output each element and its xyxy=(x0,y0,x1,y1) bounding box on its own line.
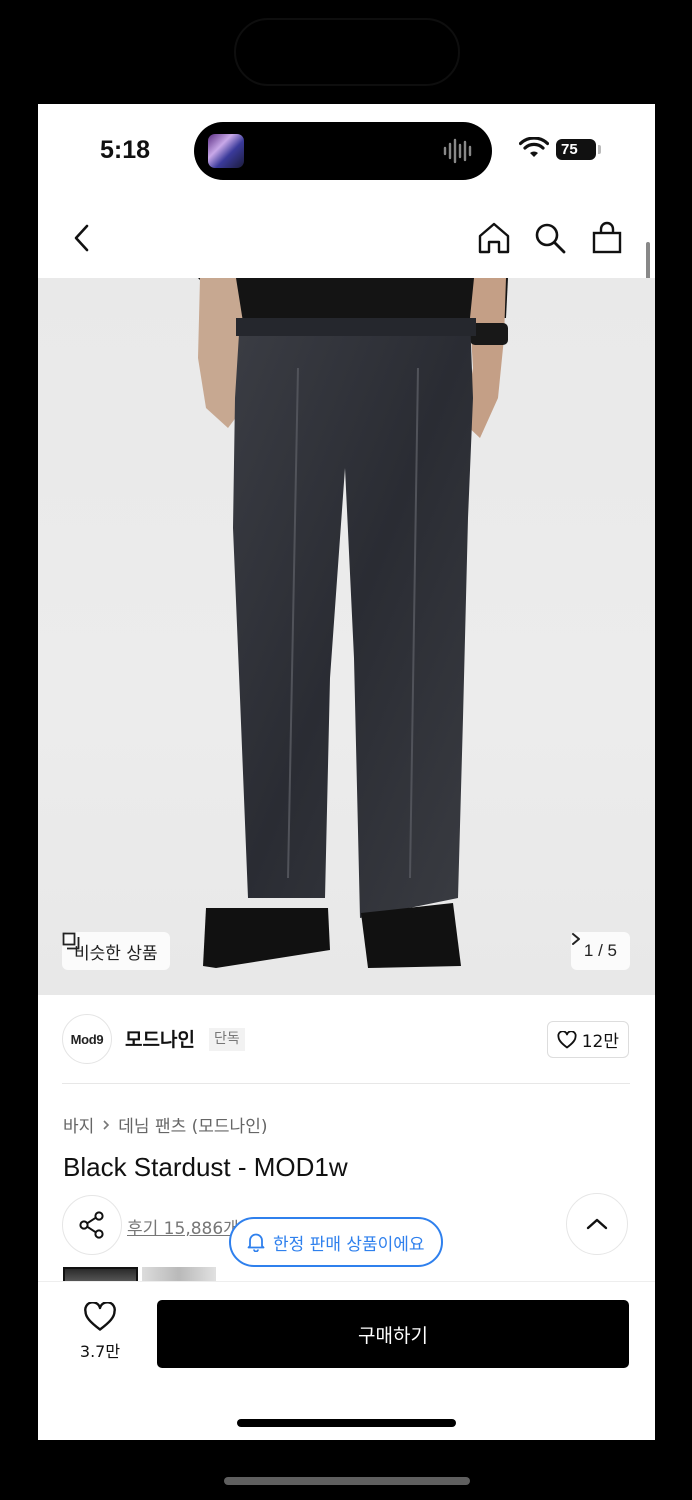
limited-sale-toast: 한정 판매 상품이에요 xyxy=(229,1217,443,1267)
battery-cap xyxy=(598,145,601,154)
product-photo xyxy=(198,278,508,968)
thumbnail-2[interactable] xyxy=(142,1267,216,1281)
thumbnail-1[interactable] xyxy=(63,1267,138,1281)
home-indicator[interactable] xyxy=(237,1419,456,1427)
buy-button[interactable]: 구매하기 xyxy=(157,1300,629,1368)
back-button[interactable] xyxy=(63,218,103,258)
status-time: 5:18 xyxy=(100,136,151,164)
chevron-right-icon xyxy=(571,933,580,945)
audio-waveform-icon xyxy=(443,138,472,164)
brand-row: Mod9 모드나인 단독 12만 xyxy=(38,995,655,1083)
search-icon xyxy=(535,223,566,254)
heart-icon xyxy=(557,1030,577,1048)
bottom-action-bar: 3.7만 구매하기 xyxy=(38,1281,655,1440)
share-icon xyxy=(79,1211,104,1239)
scroll-to-top-button[interactable] xyxy=(566,1193,628,1255)
wishlist-count: 3.7만 xyxy=(79,1342,121,1361)
album-art-icon xyxy=(208,134,244,168)
copy-icon xyxy=(62,932,80,950)
device-camera-cutout xyxy=(234,18,460,86)
home-icon xyxy=(478,222,510,254)
breadcrumb-subcategory[interactable]: 데님 팬츠 (모드나인) xyxy=(118,1112,267,1137)
chevron-up-icon xyxy=(586,1218,608,1230)
share-button[interactable] xyxy=(62,1195,122,1255)
app-screen: 5:18 75 비슷한 상품 1 / 5 Mod9 모드나인 단독 12만 바지… xyxy=(38,104,655,1440)
breadcrumb: 바지 데님 팬츠 (모드나인) xyxy=(63,1112,267,1137)
shopping-bag-icon xyxy=(592,221,622,254)
image-pager-text: 1 / 5 xyxy=(583,941,617,960)
bell-icon xyxy=(247,1233,265,1252)
wishlist-button[interactable]: 3.7만 xyxy=(62,1302,138,1378)
product-image-carousel[interactable]: 비슷한 상품 1 / 5 xyxy=(38,278,655,995)
brand-logo[interactable]: Mod9 xyxy=(62,1014,112,1064)
dynamic-island[interactable] xyxy=(194,122,492,180)
breadcrumb-category[interactable]: 바지 xyxy=(63,1112,94,1137)
similar-products-button[interactable]: 비슷한 상품 xyxy=(62,932,170,970)
similar-products-label: 비슷한 상품 xyxy=(74,943,158,964)
search-button[interactable] xyxy=(530,218,570,258)
chevron-left-icon xyxy=(74,224,89,252)
brand-like-count: 12만 xyxy=(581,1032,619,1052)
chevron-right-icon xyxy=(103,1119,110,1130)
reviews-link[interactable]: 후기 15,886개 xyxy=(127,1214,237,1239)
wifi-icon xyxy=(519,137,549,157)
battery-indicator: 75 xyxy=(556,139,596,160)
product-title: Black Stardust - MOD1w xyxy=(63,1152,348,1182)
image-pager[interactable]: 1 / 5 xyxy=(570,932,630,970)
cart-button[interactable] xyxy=(587,218,627,258)
brand-name[interactable]: 모드나인 xyxy=(125,1025,195,1052)
brand-like-button[interactable]: 12만 xyxy=(546,1021,629,1058)
top-nav xyxy=(38,196,655,278)
status-bar: 5:18 75 xyxy=(38,104,655,196)
limited-sale-text: 한정 판매 상품이에요 xyxy=(273,1234,425,1255)
exclusive-badge: 단독 xyxy=(209,1028,245,1051)
device-bottom-bar xyxy=(224,1477,470,1485)
divider xyxy=(62,1083,630,1084)
home-button[interactable] xyxy=(474,218,514,258)
heart-icon xyxy=(84,1302,116,1331)
